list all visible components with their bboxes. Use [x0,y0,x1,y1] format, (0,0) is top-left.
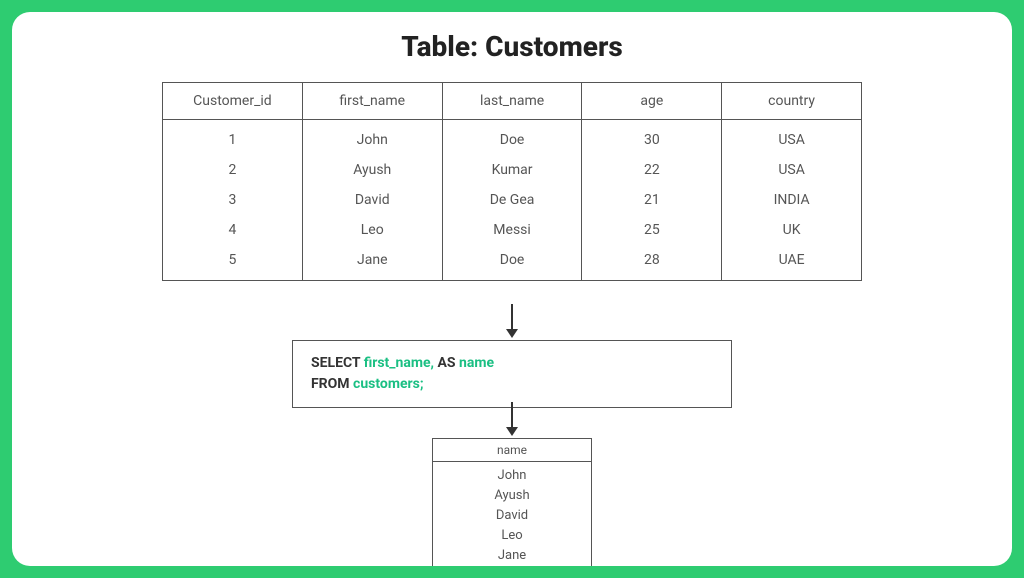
sql-alias: name [459,355,494,371]
col-header: Customer_id [163,83,303,120]
table-header-row: Customer_id first_name last_name age cou… [163,83,862,120]
table-row: 5 Jane Doe 28 UAE [163,245,862,281]
cell: Ayush [302,155,442,185]
cell: USA [722,120,862,156]
cell: 25 [582,215,722,245]
cell: Ayush [433,486,592,506]
cell: 21 [582,185,722,215]
col-header: name [433,439,592,462]
cell: Kumar [442,155,582,185]
table-row: David [433,506,592,526]
cell: 22 [582,155,722,185]
table-row: Jane [433,546,592,567]
cell: Jane [433,546,592,567]
sql-table: customers; [353,376,423,392]
cell: 4 [163,215,303,245]
cell: Leo [302,215,442,245]
outer-frame: Table: Customers Customer_id first_name … [0,0,1024,578]
cell: John [302,120,442,156]
cell: David [433,506,592,526]
customers-table: Customer_id first_name last_name age cou… [162,82,862,281]
sql-keyword: FROM [311,376,350,392]
canvas: Table: Customers Customer_id first_name … [12,12,1012,566]
sql-column: first_name, [364,355,434,371]
cell: Jane [302,245,442,281]
cell: Leo [433,526,592,546]
cell: Doe [442,120,582,156]
table-row: 1 John Doe 30 USA [163,120,862,156]
table-row: John [433,462,592,486]
cell: Doe [442,245,582,281]
cell: 28 [582,245,722,281]
cell: UAE [722,245,862,281]
table-row: Leo [433,526,592,546]
result-table: name John Ayush David Leo Jane [432,438,592,566]
cell: Messi [442,215,582,245]
col-header: age [582,83,722,120]
page-title: Table: Customers [12,30,1012,63]
cell: 2 [163,155,303,185]
table-row: 2 Ayush Kumar 22 USA [163,155,862,185]
cell: INDIA [722,185,862,215]
arrow-down-icon [506,402,518,436]
arrow-down-icon [506,304,518,338]
cell: 3 [163,185,303,215]
sql-keyword: SELECT [311,355,360,371]
cell: UK [722,215,862,245]
table-row: Ayush [433,486,592,506]
cell: David [302,185,442,215]
col-header: last_name [442,83,582,120]
table-row: 4 Leo Messi 25 UK [163,215,862,245]
sql-keyword: AS [437,355,455,371]
cell: De Gea [442,185,582,215]
cell: 5 [163,245,303,281]
sql-query-box: SELECT first_name, AS name FROM customer… [292,340,732,408]
cell: 1 [163,120,303,156]
cell: 30 [582,120,722,156]
col-header: country [722,83,862,120]
table-row: 3 David De Gea 21 INDIA [163,185,862,215]
col-header: first_name [302,83,442,120]
cell: John [433,462,592,486]
cell: USA [722,155,862,185]
table-header-row: name [433,439,592,462]
